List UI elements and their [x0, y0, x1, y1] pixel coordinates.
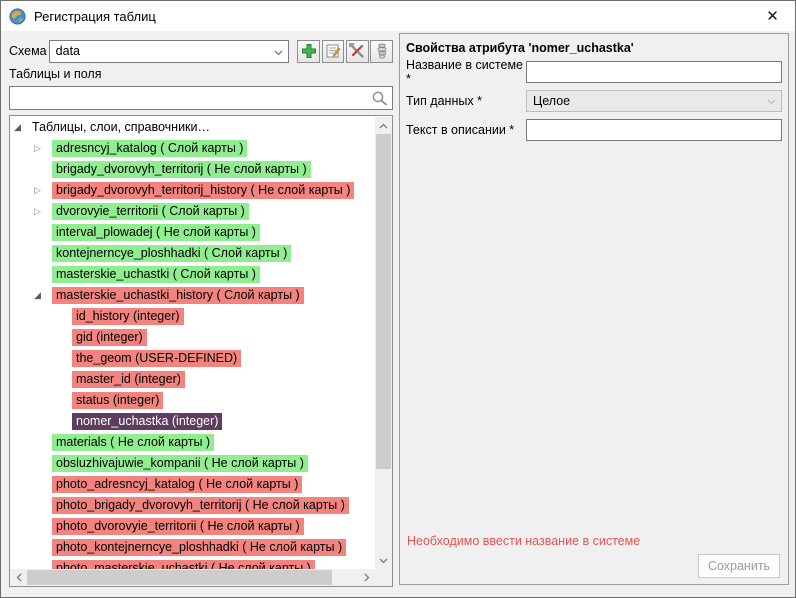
tree-item[interactable]: photo_masterskie_uchastki ( Не слой карт… [10, 558, 375, 569]
tree-item-label: status (integer) [72, 392, 163, 409]
tree-item-label: Таблицы, слои, справочники… [32, 119, 210, 136]
tree-item[interactable]: obsluzhivajuwie_kompanii ( Не слой карты… [10, 453, 375, 474]
vertical-scrollbar[interactable] [375, 117, 392, 569]
tree-item[interactable]: master_id (integer) [10, 369, 375, 390]
tree-item[interactable]: the_geom (USER-DEFINED) [10, 348, 375, 369]
tree-item-label: photo_dvorovyie_territorii ( Не слой кар… [52, 518, 304, 535]
tree-collapsed-icon[interactable]: ▷ [34, 185, 52, 196]
tree-item[interactable]: photo_kontejnerncye_ploshhadki ( Не слой… [10, 537, 375, 558]
tree-item[interactable]: interval_plowadej ( Не слой карты ) [10, 222, 375, 243]
add-schema-button[interactable] [297, 40, 320, 63]
edit-notepad-icon [325, 43, 341, 59]
tree-item-label: gid (integer) [72, 329, 147, 346]
tree-item[interactable]: ◢masterskie_uchastki_history ( Слой карт… [10, 285, 375, 306]
titlebar: Регистрация таблиц [1, 1, 795, 31]
scroll-left-icon[interactable] [10, 569, 27, 586]
tree-item-label: materials ( Не слой карты ) [52, 434, 214, 451]
tree-item-label: interval_plowadej ( Не слой карты ) [52, 224, 260, 241]
search-input[interactable] [9, 86, 393, 110]
validation-error-text: Необходимо ввести название в системе [407, 534, 640, 548]
vertical-scrollbar-thumb[interactable] [376, 134, 391, 469]
save-button[interactable]: Сохранить [698, 554, 780, 578]
horizontal-scrollbar[interactable] [10, 569, 375, 586]
data-type-row: Тип данных * Целое [406, 90, 782, 112]
schema-label: Схема [9, 44, 49, 58]
panel-header: Свойства атрибута 'nomer_uchastka' [400, 34, 788, 61]
tree-item[interactable]: photo_dvorovyie_territorii ( Не слой кар… [10, 516, 375, 537]
tree-item-label: brigady_dvorovyh_territorij_history ( Не… [52, 182, 354, 199]
scroll-down-icon[interactable] [375, 552, 392, 569]
tree-rows: ◢Таблицы, слои, справочники…▷adresncyj_k… [10, 117, 375, 569]
tree-item-label: dvorovyie_territorii ( Слой карты ) [52, 203, 249, 220]
search-icon[interactable] [371, 90, 388, 107]
tree-item-label: obsluzhivajuwie_kompanii ( Не слой карты… [52, 455, 308, 472]
tree-expanded-icon[interactable]: ◢ [34, 290, 52, 301]
globe-app-icon [9, 8, 26, 25]
tree-item-label: nomer_uchastka (integer) [72, 413, 222, 430]
tree-item-label: the_geom (USER-DEFINED) [72, 350, 241, 367]
edit-table-button[interactable] [322, 40, 345, 63]
tools-button[interactable] [346, 40, 369, 63]
table-registration-window: { "window": { "title": "Регистрация табл… [0, 0, 796, 598]
name-in-system-input[interactable] [526, 61, 782, 83]
tree-item-label: masterskie_uchastki ( Слой карты ) [52, 266, 260, 283]
scrollbar-corner [375, 569, 392, 586]
tree-item[interactable]: masterskie_uchastki ( Слой карты ) [10, 264, 375, 285]
tree-item-label: masterskie_uchastki_history ( Слой карты… [52, 287, 304, 304]
table-structure-button[interactable] [370, 40, 393, 63]
tree-item[interactable]: photo_adresncyj_katalog ( Не слой карты … [10, 474, 375, 495]
structure-column-icon [374, 43, 390, 59]
tree-collapsed-icon[interactable]: ▷ [34, 143, 52, 154]
tree-item[interactable]: ◢Таблицы, слои, справочники… [10, 117, 375, 138]
name-in-system-row: Название в системе * [406, 61, 782, 83]
description-text-input[interactable] [526, 119, 782, 141]
scroll-right-icon[interactable] [358, 569, 375, 586]
name-in-system-label: Название в системе * [406, 58, 526, 86]
tree-item[interactable]: ▷brigady_dvorovyh_territorij_history ( Н… [10, 180, 375, 201]
tree-item[interactable]: ▷dvorovyie_territorii ( Слой карты ) [10, 201, 375, 222]
schema-combobox[interactable]: data [49, 40, 289, 63]
tree-expanded-icon[interactable]: ◢ [14, 122, 32, 133]
tree-item[interactable]: kontejnerncye_ploshhadki ( Слой карты ) [10, 243, 375, 264]
add-plus-icon [301, 43, 317, 59]
tree-item-label: kontejnerncye_ploshhadki ( Слой карты ) [52, 245, 291, 262]
tree-item-label: master_id (integer) [72, 371, 185, 388]
data-type-value: Целое [533, 94, 570, 108]
scroll-up-icon[interactable] [375, 117, 392, 134]
tree-item-label: id_history (integer) [72, 308, 184, 325]
schema-combobox-value: data [56, 44, 80, 58]
tables-tree: ◢Таблицы, слои, справочники…▷adresncyj_k… [9, 115, 393, 587]
tree-item[interactable]: photo_brigady_dvorovyh_territorij ( Не с… [10, 495, 375, 516]
tree-item-label: photo_brigady_dvorovyh_territorij ( Не с… [52, 497, 349, 514]
tools-wrench-icon [349, 43, 365, 59]
tree-item[interactable]: ▷adresncyj_katalog ( Слой карты ) [10, 138, 375, 159]
tree-item-label: photo_kontejnerncye_ploshhadki ( Не слой… [52, 539, 346, 556]
search-box [9, 86, 393, 110]
tree-item[interactable]: id_history (integer) [10, 306, 375, 327]
chevron-down-icon [767, 99, 776, 105]
chevron-down-icon [274, 50, 283, 56]
tree-item-label: photo_adresncyj_katalog ( Не слой карты … [52, 476, 302, 493]
schema-row: Схема data [9, 39, 393, 63]
close-button[interactable]: ✕ [750, 1, 795, 31]
window-title: Регистрация таблиц [34, 9, 156, 24]
tree-item-label: adresncyj_katalog ( Слой карты ) [52, 140, 247, 157]
tree-item-label: brigady_dvorovyh_territorij ( Не слой ка… [52, 161, 311, 178]
tables-and-fields-label: Таблицы и поля [9, 67, 101, 81]
data-type-label: Тип данных * [406, 94, 526, 108]
tree-item[interactable]: brigady_dvorovyh_territorij ( Не слой ка… [10, 159, 375, 180]
tree-item[interactable]: status (integer) [10, 390, 375, 411]
tree-item[interactable]: nomer_uchastka (integer) [10, 411, 375, 432]
horizontal-scrollbar-thumb[interactable] [27, 570, 332, 585]
tree-collapsed-icon[interactable]: ▷ [34, 206, 52, 217]
tree-item-label: photo_masterskie_uchastki ( Не слой карт… [52, 560, 315, 569]
attribute-properties-panel: Свойства атрибута 'nomer_uchastka' Назва… [399, 33, 789, 585]
tree-item[interactable]: materials ( Не слой карты ) [10, 432, 375, 453]
tree-item[interactable]: gid (integer) [10, 327, 375, 348]
description-text-label: Текст в описании * [406, 123, 526, 137]
description-text-row: Текст в описании * [406, 119, 782, 141]
data-type-combobox[interactable]: Целое [526, 90, 782, 112]
